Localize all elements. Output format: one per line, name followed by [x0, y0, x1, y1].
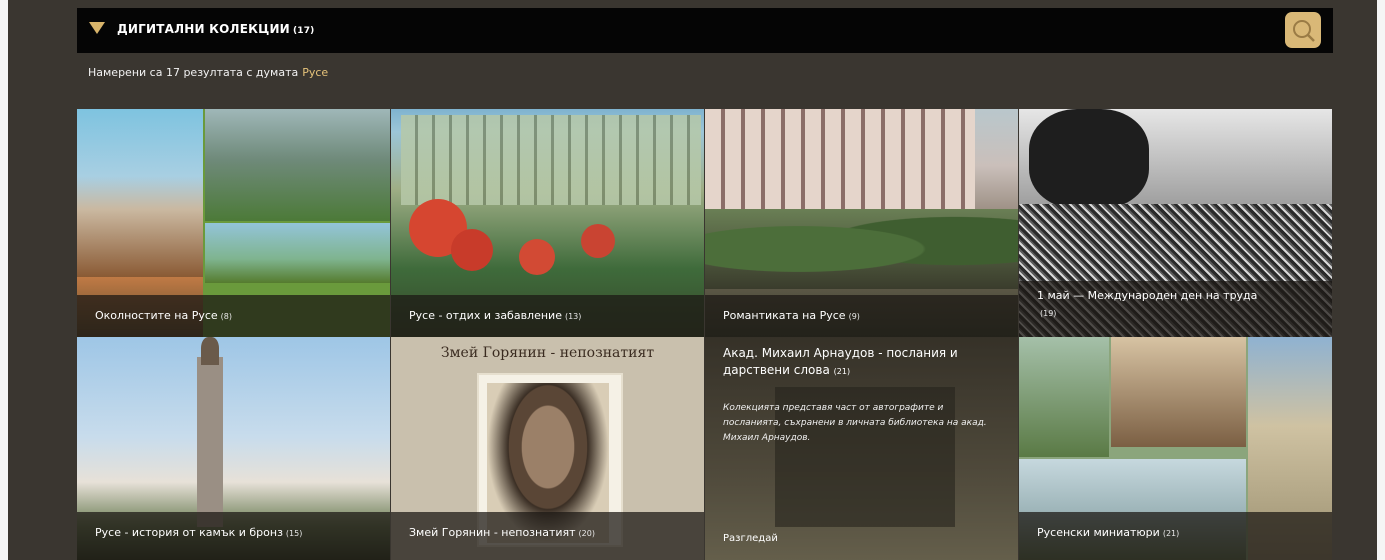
collection-card-otdih[interactable]: Русе - отдих и забавление (13) — [391, 109, 704, 337]
header-title-text: ДИГИТАЛНИ КОЛЕКЦИИ — [117, 22, 290, 36]
collection-thumbnail — [77, 109, 203, 277]
collection-title: 1 май — Международен ден на труда — [1037, 289, 1258, 302]
collection-caption[interactable]: Околностите на Русе (8) — [77, 295, 390, 337]
collection-caption[interactable]: 1 май — Международен ден на труда (19) — [1019, 281, 1332, 337]
results-text: Намерени са 17 резултата с думата — [88, 66, 299, 79]
collection-card-zmey-goryanin[interactable]: Змей Горянин - непознатият Змей Горянин … — [391, 337, 704, 560]
collection-thumbnail — [1029, 109, 1149, 209]
flower-decoration — [581, 224, 615, 258]
collections-header: ДИГИТАЛНИ КОЛЕКЦИИ (17) — [77, 8, 1333, 53]
collection-thumbnail — [705, 109, 975, 219]
collection-count: (21) — [833, 367, 851, 376]
collection-caption[interactable]: Змей Горянин - непознатият (20) — [391, 512, 704, 560]
collection-thumbnail — [705, 209, 1018, 289]
collection-count: (15) — [285, 529, 303, 538]
collapse-triangle-icon[interactable] — [89, 22, 105, 34]
monument-column — [197, 357, 223, 527]
header-title: ДИГИТАЛНИ КОЛЕКЦИИ (17) — [117, 22, 315, 36]
collection-count: (9) — [848, 312, 860, 321]
collection-description: Колекцията представя част от автографите… — [723, 403, 987, 443]
collection-thumbnail — [1019, 337, 1109, 457]
collection-thumbnail — [1111, 337, 1246, 447]
image-caption: Змей Горянин - непознатият — [440, 345, 655, 361]
collections-grid: Околностите на Русе (8) Русе - отдих и за… — [77, 109, 1333, 560]
header-count: (17) — [292, 26, 315, 36]
collection-count: (21) — [1162, 529, 1180, 538]
collection-count: (8) — [220, 312, 232, 321]
collection-count: (20) — [578, 529, 595, 538]
collection-title: Русе - отдих и забавление — [409, 309, 562, 322]
flower-decoration — [519, 239, 555, 275]
flower-decoration — [451, 229, 493, 271]
collection-title: Романтиката на Русе — [723, 309, 846, 322]
collection-card-arnaudov[interactable]: Акад. Михаил Арнаудов - послания и дарст… — [705, 337, 1018, 560]
collection-thumbnail — [401, 115, 701, 205]
collection-card-romantikata[interactable]: Романтиката на Русе (9) — [705, 109, 1018, 337]
collection-card-kamak-bronz[interactable]: Русе - история от камък и бронз (15) — [77, 337, 390, 560]
search-button[interactable] — [1285, 12, 1321, 48]
collection-title-block: Акад. Михаил Арнаудов - послания и дарст… — [723, 345, 1003, 380]
monument-statue — [201, 337, 219, 365]
results-keyword: Русе — [302, 66, 329, 79]
collection-title: Околностите на Русе — [95, 309, 218, 322]
collection-caption[interactable]: Русе - отдих и забавление (13) — [391, 295, 704, 337]
results-summary: Намерени са 17 резултата с думата Русе — [88, 66, 328, 79]
collection-card-1-may[interactable]: 1 май — Международен ден на труда (19) — [1019, 109, 1332, 337]
collection-title: Русе - история от камък и бронз — [95, 526, 283, 539]
collection-caption[interactable]: Романтиката на Русе (9) — [705, 295, 1018, 337]
collection-thumbnail — [205, 223, 390, 283]
collection-caption[interactable]: Русенски миниатюри (21) — [1019, 512, 1332, 560]
collection-card-miniatyuri[interactable]: Русенски миниатюри (21) — [1019, 337, 1332, 560]
collection-card-okolnostite[interactable]: Околностите на Русе (8) — [77, 109, 390, 337]
collection-title: Русенски миниатюри — [1037, 526, 1160, 539]
collection-thumbnail — [205, 109, 390, 221]
collection-title: Змей Горянин - непознатият — [409, 526, 576, 539]
browse-link[interactable]: Разгледай — [723, 533, 778, 544]
magnifier-icon — [1293, 20, 1315, 42]
collection-count: (13) — [564, 312, 582, 321]
collection-count: (19) — [1040, 309, 1057, 318]
collection-caption[interactable]: Русе - история от камък и бронз (15) — [77, 512, 390, 560]
